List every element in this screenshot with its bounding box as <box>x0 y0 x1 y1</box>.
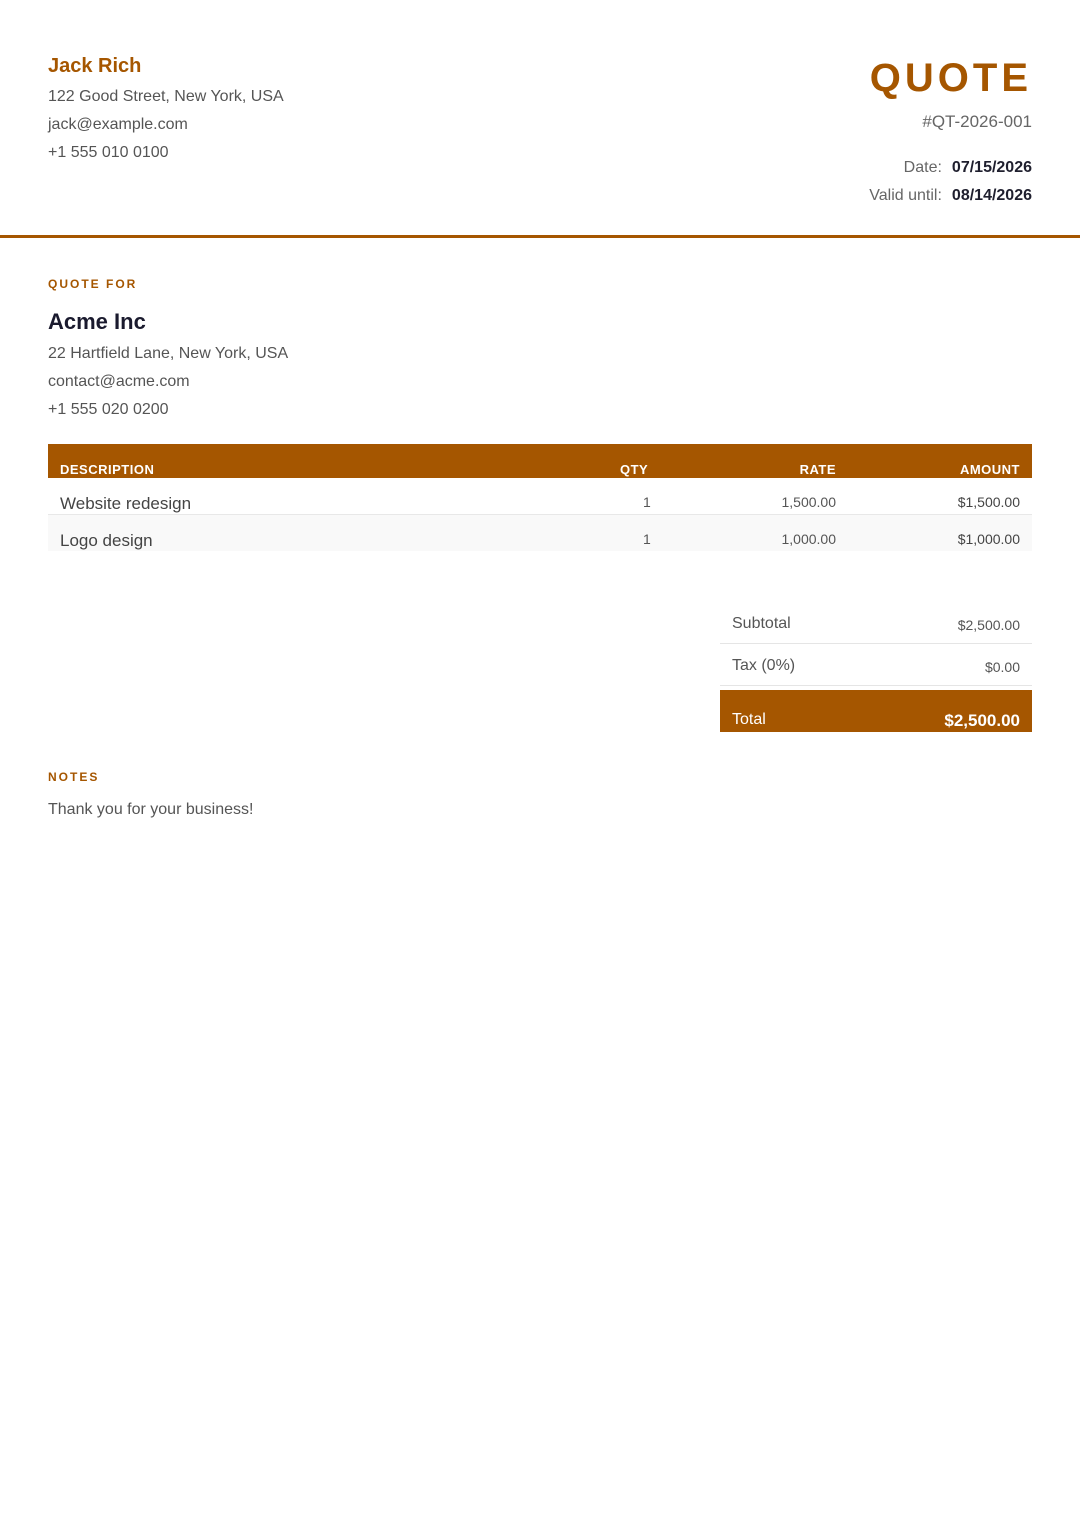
header-qty: QTY <box>620 462 649 477</box>
sender-email: jack@example.com <box>48 116 188 133</box>
date-row: Date: 07/15/2026 <box>904 159 1032 177</box>
date-label: Date: <box>903 159 942 176</box>
document-header: Jack Rich 122 Good Street, New York, USA… <box>48 0 1032 236</box>
quote-number: #QT-2026-001 <box>922 112 1032 131</box>
item-qty: 1 <box>643 494 651 510</box>
total-row: Total $2,500.00 <box>720 690 1032 732</box>
valid-until-value: 08/14/2026 <box>951 187 1032 204</box>
quote-for-label: QUOTE FOR <box>48 277 138 291</box>
notes-text: Thank you for your business! <box>48 801 254 818</box>
date-value: 07/15/2026 <box>951 159 1032 176</box>
document-title: QUOTE <box>869 56 1032 100</box>
client-name: Acme Inc <box>48 309 146 334</box>
subtotal-label: Subtotal <box>732 615 791 632</box>
item-amount: $1,000.00 <box>957 531 1020 547</box>
header-rate: RATE <box>799 462 836 477</box>
valid-until-label: Valid until: <box>869 187 942 204</box>
sender-address: 122 Good Street, New York, USA <box>48 88 284 105</box>
valid-until-row: Valid until: 08/14/2026 <box>869 187 1032 205</box>
tax-label: Tax (0%) <box>732 657 796 674</box>
item-description: Website redesign <box>60 494 192 513</box>
total-label: Total <box>732 711 766 728</box>
client-address: 22 Hartfield Lane, New York, USA <box>48 345 289 362</box>
item-rate: 1,000.00 <box>781 531 837 547</box>
subtotal-value: $2,500.00 <box>957 617 1020 633</box>
notes-label: NOTES <box>48 770 100 784</box>
header-divider <box>0 235 1080 238</box>
table-header: DESCRIPTION QTY RATE AMOUNT <box>48 444 1032 478</box>
table-row: Logo design 1 1,000.00 $1,000.00 <box>48 515 1032 551</box>
sender-phone: +1 555 010 0100 <box>48 144 169 161</box>
total-value: $2,500.00 <box>944 711 1020 730</box>
totals-block: Subtotal $2,500.00 Tax (0%) $0.00 <box>720 603 1032 686</box>
item-description: Logo design <box>60 531 153 550</box>
subtotal-row: Subtotal $2,500.00 <box>720 603 1032 644</box>
header-amount: AMOUNT <box>959 462 1020 477</box>
tax-row: Tax (0%) $0.00 <box>720 644 1032 686</box>
line-items-table: DESCRIPTION QTY RATE AMOUNT Website rede… <box>48 444 1032 551</box>
header-description: DESCRIPTION <box>60 462 155 477</box>
tax-value: $0.00 <box>984 659 1020 675</box>
item-amount: $1,500.00 <box>957 494 1020 510</box>
client-email: contact@acme.com <box>48 373 190 390</box>
client-phone: +1 555 020 0200 <box>48 401 169 418</box>
table-row: Website redesign 1 1,500.00 $1,500.00 <box>48 478 1032 515</box>
sender-name: Jack Rich <box>48 55 142 77</box>
item-rate: 1,500.00 <box>781 494 837 510</box>
item-qty: 1 <box>643 531 651 547</box>
